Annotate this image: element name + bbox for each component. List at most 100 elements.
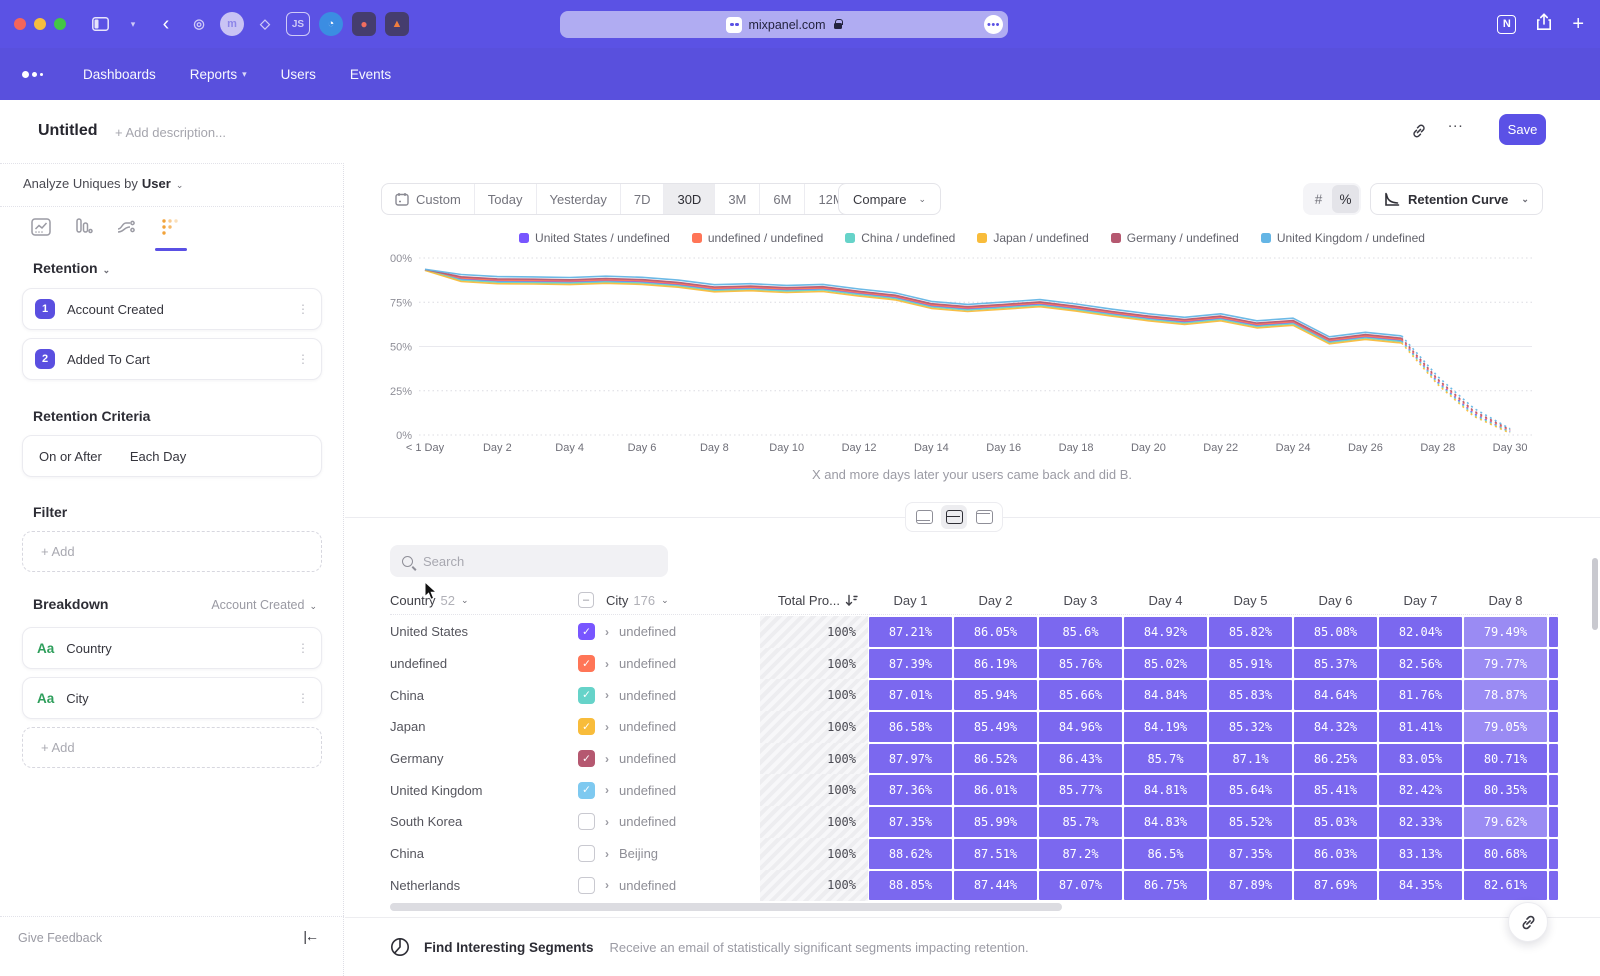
- expand-row-icon[interactable]: ›: [605, 752, 609, 766]
- cell-day-value[interactable]: 86.05%: [954, 617, 1037, 647]
- nav-link-users[interactable]: Users: [281, 67, 316, 82]
- zoom-window-button[interactable]: [54, 18, 66, 30]
- retention-section-label[interactable]: Retention⌄: [33, 260, 110, 276]
- cell-day-value[interactable]: 79.05%: [1464, 712, 1547, 742]
- cell-day-value[interactable]: 85.41%: [1294, 775, 1377, 805]
- cell-day-value[interactable]: 85.7%: [1039, 807, 1122, 837]
- minimize-window-button[interactable]: [34, 18, 46, 30]
- breakdown-card-country[interactable]: Aa Country: [22, 627, 322, 669]
- tab-flows[interactable]: [114, 214, 140, 240]
- column-header-day[interactable]: Day 2: [953, 593, 1038, 608]
- cell-day-value[interactable]: 85.99%: [954, 807, 1037, 837]
- step-card-added-to-cart[interactable]: 2 Added To Cart: [22, 338, 322, 380]
- filter-add-button[interactable]: + Add: [22, 531, 322, 572]
- cell-day-value[interactable]: 85.64%: [1209, 775, 1292, 805]
- expand-row-icon[interactable]: ›: [605, 847, 609, 861]
- cell-day-value[interactable]: 85.52%: [1209, 807, 1292, 837]
- cell-day-value[interactable]: 84.32%: [1294, 712, 1377, 742]
- app-icon-js[interactable]: JS: [286, 12, 310, 36]
- kebab-menu-icon[interactable]: [297, 352, 309, 366]
- expand-row-icon[interactable]: ›: [605, 625, 609, 639]
- address-bar[interactable]: mixpanel.com •••: [560, 11, 1008, 38]
- cell-day-value[interactable]: 85.66%: [1039, 680, 1122, 710]
- cell-day-value[interactable]: 85.7%: [1124, 744, 1207, 774]
- column-header-city[interactable]: – City176⌄: [578, 592, 760, 608]
- back-button[interactable]: ‹: [154, 12, 178, 36]
- column-header-day[interactable]: Day 5: [1208, 593, 1293, 608]
- criteria-on-or-after[interactable]: On or After: [39, 449, 102, 464]
- cell-day-value[interactable]: 80.71%: [1464, 744, 1547, 774]
- date-range-30d[interactable]: 30D: [663, 184, 714, 214]
- app-icon-m[interactable]: m: [220, 12, 244, 36]
- cell-day-value[interactable]: 87.01%: [869, 680, 952, 710]
- row-checkbox[interactable]: ✓: [578, 782, 595, 799]
- cell-day-value[interactable]: 86.43%: [1039, 744, 1122, 774]
- address-more-icon[interactable]: •••: [984, 15, 1003, 34]
- date-range-custom[interactable]: Custom: [382, 184, 474, 214]
- cell-day-value[interactable]: 84.84%: [1124, 680, 1207, 710]
- absolute-numbers-toggle[interactable]: #: [1305, 185, 1332, 213]
- share-floating-button[interactable]: [1508, 902, 1548, 942]
- cell-day-value[interactable]: 88.85%: [869, 871, 952, 901]
- breakdown-add-button[interactable]: + Add: [22, 727, 322, 768]
- split-view-button[interactable]: [941, 505, 967, 529]
- cell-day-value[interactable]: 85.76%: [1039, 649, 1122, 679]
- column-header-day[interactable]: Day 1: [868, 593, 953, 608]
- save-button[interactable]: Save: [1499, 114, 1546, 145]
- select-all-checkbox[interactable]: –: [578, 592, 594, 608]
- cell-day-value[interactable]: 81.41%: [1379, 712, 1462, 742]
- row-checkbox[interactable]: [578, 813, 595, 830]
- analyze-value[interactable]: User: [142, 176, 171, 191]
- horizontal-scrollbar[interactable]: [390, 903, 1062, 911]
- cell-day-value[interactable]: 86.52%: [954, 744, 1037, 774]
- cell-day-value[interactable]: 78.87%: [1464, 680, 1547, 710]
- chevron-down-icon[interactable]: ▾: [121, 12, 145, 36]
- row-checkbox[interactable]: ✓: [578, 687, 595, 704]
- date-range-7d[interactable]: 7D: [620, 184, 664, 214]
- column-header-day[interactable]: Day 7: [1378, 593, 1463, 608]
- cell-day-value[interactable]: 82.04%: [1379, 617, 1462, 647]
- column-header-day[interactable]: Day 3: [1038, 593, 1123, 608]
- expand-row-icon[interactable]: ›: [605, 878, 609, 892]
- expand-row-icon[interactable]: ›: [605, 720, 609, 734]
- cell-day-value[interactable]: 79.62%: [1464, 807, 1547, 837]
- cell-day-value[interactable]: 84.19%: [1124, 712, 1207, 742]
- cell-day-value[interactable]: 86.01%: [954, 775, 1037, 805]
- expand-row-icon[interactable]: ›: [605, 688, 609, 702]
- cell-day-value[interactable]: 87.35%: [1209, 839, 1292, 869]
- kebab-menu-icon[interactable]: [297, 302, 309, 316]
- date-range-yesterday[interactable]: Yesterday: [536, 184, 620, 214]
- date-range-3m[interactable]: 3M: [714, 184, 759, 214]
- tab-retention[interactable]: [157, 214, 183, 240]
- column-header-total[interactable]: Total Pro...: [760, 593, 868, 608]
- step-card-account-created[interactable]: 1 Account Created: [22, 288, 322, 330]
- cell-day-value[interactable]: 85.77%: [1039, 775, 1122, 805]
- cell-day-value[interactable]: 84.64%: [1294, 680, 1377, 710]
- cell-day-value[interactable]: 84.92%: [1124, 617, 1207, 647]
- expand-row-icon[interactable]: ›: [605, 783, 609, 797]
- date-range-6m[interactable]: 6M: [759, 184, 804, 214]
- cell-day-value[interactable]: 87.2%: [1039, 839, 1122, 869]
- cell-day-value[interactable]: 82.33%: [1379, 807, 1462, 837]
- column-header-day[interactable]: Day 8: [1463, 593, 1548, 608]
- add-description-button[interactable]: + Add description...: [115, 125, 226, 140]
- cell-day-value[interactable]: 87.35%: [869, 807, 952, 837]
- cell-day-value[interactable]: 87.69%: [1294, 871, 1377, 901]
- cell-day-value[interactable]: 86.58%: [869, 712, 952, 742]
- expand-row-icon[interactable]: ›: [605, 657, 609, 671]
- cell-day-value[interactable]: 85.08%: [1294, 617, 1377, 647]
- app-icon-circle[interactable]: ◎: [187, 12, 211, 36]
- retention-line-chart[interactable]: 100%75%50%25%0%< 1 DayDay 2Day 4Day 6Day…: [390, 250, 1550, 460]
- cell-day-value[interactable]: 85.94%: [954, 680, 1037, 710]
- cell-day-value[interactable]: 82.61%: [1464, 871, 1547, 901]
- cell-day-value[interactable]: 84.83%: [1124, 807, 1207, 837]
- cell-day-value[interactable]: 87.51%: [954, 839, 1037, 869]
- legend-item[interactable]: United States / undefined: [519, 231, 670, 245]
- cell-day-value[interactable]: 83.13%: [1379, 839, 1462, 869]
- app-icon-cube[interactable]: ◇: [253, 12, 277, 36]
- cell-day-value[interactable]: 81.76%: [1379, 680, 1462, 710]
- row-checkbox[interactable]: [578, 877, 595, 894]
- criteria-each-day[interactable]: Each Day: [130, 449, 186, 464]
- report-title[interactable]: Untitled: [38, 122, 98, 140]
- cell-day-value[interactable]: 87.07%: [1039, 871, 1122, 901]
